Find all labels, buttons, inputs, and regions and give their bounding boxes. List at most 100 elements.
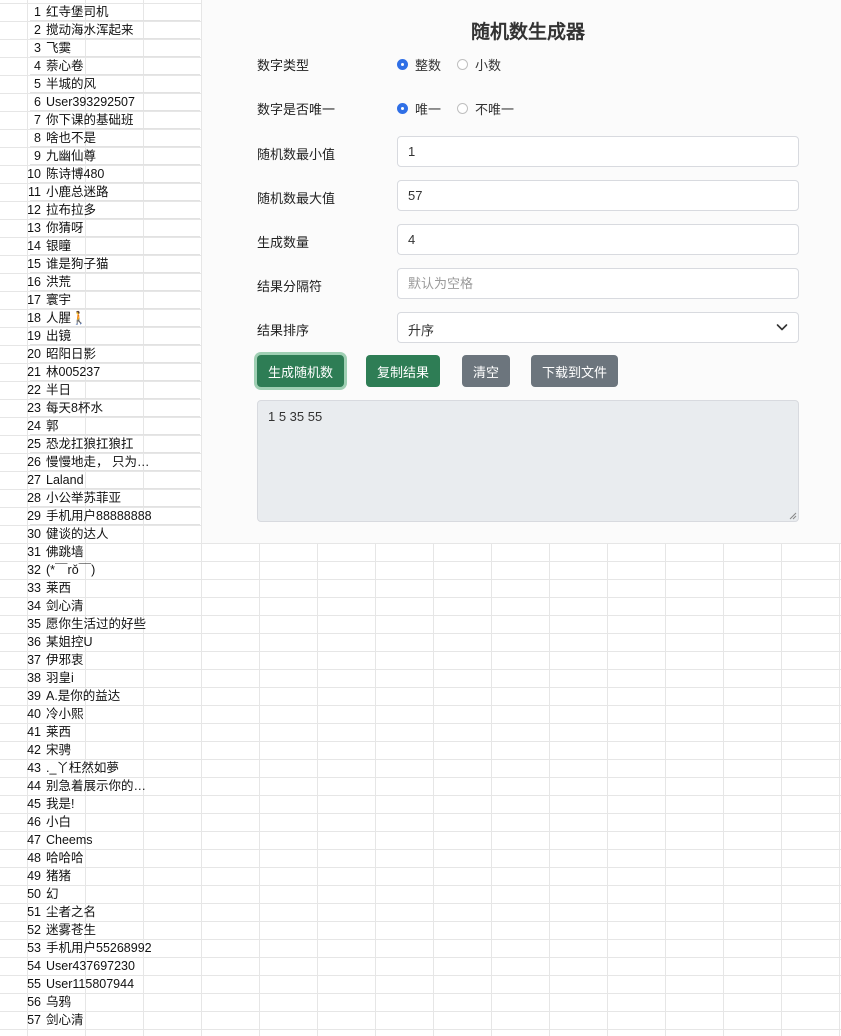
radio-unique[interactable]: 唯一 (397, 99, 441, 118)
list-item-name: 愿你生活过的好些 (46, 617, 147, 631)
min-value-input[interactable] (397, 136, 799, 167)
list-item: 13 你猜呀 (0, 219, 200, 237)
list-item-number: 44 (27, 779, 41, 793)
list-item: 24 郭 (0, 417, 200, 435)
list-item: 22 半日 (0, 381, 200, 399)
list-item-name: 别急着展示你的愚蠢 (46, 779, 158, 793)
list-item-number: 12 (27, 203, 41, 217)
list-item-number: 45 (27, 797, 41, 811)
clear-button[interactable]: 清空 (462, 355, 511, 387)
list-item-number: 46 (27, 815, 41, 829)
list-item-name: 莱西 (46, 725, 72, 739)
resize-grip-icon[interactable] (789, 512, 797, 520)
list-item-name: (*￣rǒ￣) (46, 563, 96, 577)
radio-decimal[interactable]: 小数 (457, 55, 501, 74)
list-item: 43 ._丫枉然如夢 (0, 759, 200, 777)
list-item-name: 我是! (46, 797, 75, 811)
list-item-number: 43 (27, 761, 41, 775)
count-input[interactable] (397, 224, 799, 255)
count-label: 生成数量 (257, 235, 310, 250)
list-item: 34 剑心清 (0, 597, 200, 615)
radio-checked-icon (397, 59, 408, 70)
list-item-name: 萘心卷 (46, 59, 84, 73)
result-textarea[interactable]: 1 5 35 55 (257, 400, 799, 522)
radio-unique-label: 唯一 (415, 102, 442, 117)
list-item-name: 小公举苏菲亚 (46, 491, 122, 505)
list-item-number: 57 (27, 1013, 41, 1027)
list-item-number: 50 (27, 887, 41, 901)
list-item-name: 健谈的达人 (46, 527, 109, 541)
list-item: 11 小鹿总迷路 (0, 183, 200, 201)
list-item-name: 某姐控U (46, 635, 93, 649)
list-item-name: 半日 (46, 383, 72, 397)
radio-unchecked-icon (457, 59, 469, 70)
list-item: 47 Cheems (0, 831, 200, 849)
list-item: 1 红寺堡司机 (0, 3, 200, 21)
list-item-number: 49 (27, 869, 41, 883)
generate-button[interactable]: 生成随机数 (257, 355, 345, 387)
list-item: 56 乌鸦 (0, 993, 200, 1011)
list-item: 54 User437697230 (0, 957, 200, 975)
download-button[interactable]: 下载到文件 (531, 355, 619, 387)
list-item-name: 你下课的基础班 (46, 113, 134, 127)
list-item: 10 陈诗博480 (0, 165, 200, 183)
list-item-name: 啥也不是 (46, 131, 97, 145)
list-item: 57 剑心清 (0, 1011, 200, 1029)
list-item: 53 手机用户55268992 (0, 939, 200, 957)
list-item-number: 18 (27, 311, 41, 325)
max-value-input[interactable] (397, 180, 799, 211)
list-item-name: ._丫枉然如夢 (46, 761, 119, 775)
list-item: 4 萘心卷 (0, 57, 200, 75)
list-item-name: 手机用户88888888 (46, 509, 152, 523)
list-item: 21 林005237 (0, 363, 200, 381)
list-item: 55 User115807944 (0, 975, 200, 993)
list-item-number: 2 (34, 23, 41, 37)
list-item: 44 别急着展示你的愚蠢 (0, 777, 200, 795)
radio-not-unique[interactable]: 不唯一 (457, 99, 514, 118)
copy-result-button[interactable]: 复制结果 (366, 355, 441, 387)
number-type-label: 数字类型 (257, 58, 310, 73)
list-item-number: 52 (27, 923, 41, 937)
list-item: 6 User393292507 (0, 93, 200, 111)
radio-integer[interactable]: 整数 (397, 55, 441, 74)
list-item-number: 27 (27, 473, 41, 487)
list-item-name: User393292507 (46, 95, 135, 109)
chevron-down-icon (776, 324, 788, 331)
list-item-name: 九幽仙尊 (46, 149, 97, 163)
list-item-name: 寰宇 (46, 293, 72, 307)
max-value-label: 随机数最大值 (257, 191, 336, 206)
list-item-number: 11 (28, 185, 41, 199)
sort-select[interactable]: 升序 (397, 312, 799, 343)
list-item-name: 拉布拉多 (46, 203, 97, 217)
list-item: 9 九幽仙尊 (0, 147, 200, 165)
list-item-number: 55 (27, 977, 41, 991)
list-item: 31 佛跳墙 (0, 543, 200, 561)
list-item-number: 33 (27, 581, 41, 595)
list-item-number: 5 (34, 77, 41, 91)
list-item-number: 31 (27, 545, 41, 559)
name-list: 1 红寺堡司机 2 搅动海水浑起来 3 飞霙 4 萘心卷 5 半城的风 6 User393292507… (0, 3, 200, 1029)
list-item-name: 银瞳 (46, 239, 72, 253)
list-item-name: 手机用户55268992 (46, 941, 152, 955)
radio-decimal-label: 小数 (475, 58, 502, 73)
sort-label: 结果排序 (257, 323, 310, 338)
list-item-name: 慢慢地走， 只为等... (46, 455, 158, 469)
list-item: 39 A.是你的益达 (0, 687, 200, 705)
list-item: 30 健谈的达人 (0, 525, 200, 543)
min-value-label: 随机数最小值 (257, 147, 336, 162)
separator-input[interactable] (397, 268, 799, 299)
list-item-number: 13 (27, 221, 41, 235)
unique-radio-group: 唯一 不唯一 (397, 99, 530, 118)
list-item: 7 你下课的基础班 (0, 111, 200, 129)
list-item: 26 慢慢地走， 只为等... (0, 453, 200, 471)
list-item-number: 56 (27, 995, 41, 1009)
list-item: 25 恐龙扛狼扛狼扛 (0, 435, 200, 453)
list-item-name: Cheems (46, 833, 93, 847)
list-item-name: 郭 (46, 419, 59, 433)
list-item: 14 银瞳 (0, 237, 200, 255)
list-item-number: 14 (27, 239, 41, 253)
list-item-name: User115807944 (46, 977, 135, 991)
list-item-name: 洪荒 (46, 275, 72, 289)
list-item-number: 29 (27, 509, 41, 523)
list-item-number: 23 (27, 401, 41, 415)
